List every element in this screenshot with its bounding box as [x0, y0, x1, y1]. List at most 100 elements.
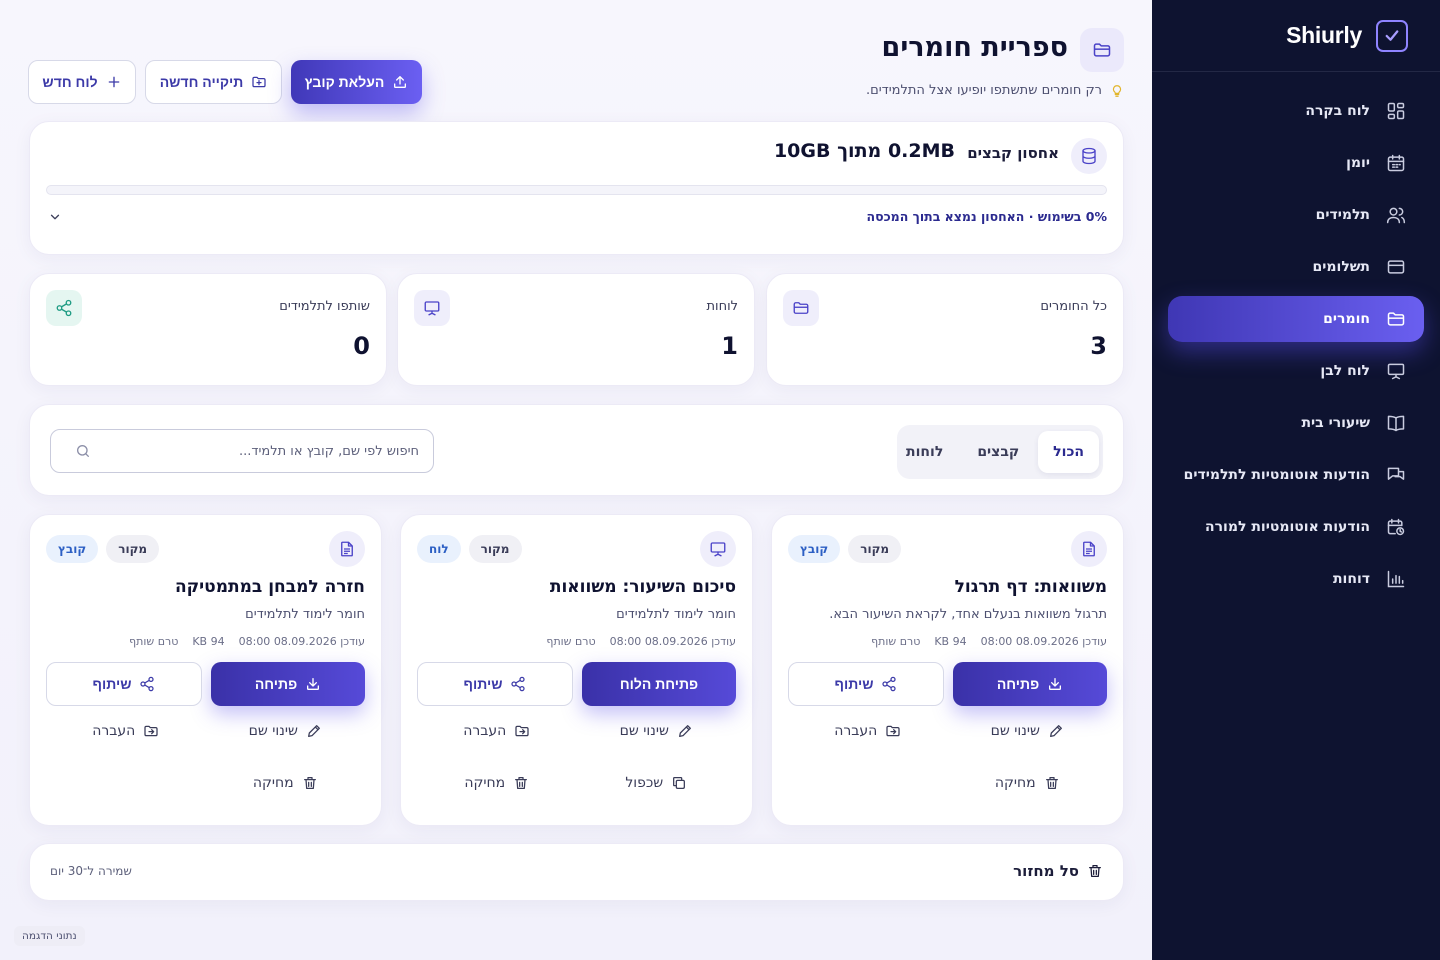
- trash-icon: [1044, 775, 1060, 791]
- open-label: פתיחה: [254, 676, 298, 692]
- folder-icon: [783, 290, 819, 326]
- search-input[interactable]: [99, 443, 419, 459]
- main-content: ספריית חומרים רק חומרים שתשתפו יופיעו אצ…: [0, 0, 1152, 960]
- move-link[interactable]: העברה: [788, 720, 948, 742]
- sidebar-item-whiteboard[interactable]: לוח לבן: [1168, 348, 1424, 394]
- delete-label: מחיקה: [252, 775, 294, 791]
- delete-link[interactable]: מחיקה: [948, 772, 1108, 794]
- open-button[interactable]: פתיחה: [953, 662, 1107, 706]
- plus-icon: [106, 74, 122, 90]
- sidebar-item-payments[interactable]: תשלומים: [1168, 244, 1424, 290]
- material-description: חומר לימוד לתלמידים: [616, 607, 736, 622]
- delete-label: מחיקה: [994, 775, 1036, 791]
- move-link[interactable]: העברה: [417, 720, 577, 742]
- trash-icon: [302, 775, 318, 791]
- sidebar-item-materials[interactable]: חומרים: [1168, 296, 1424, 342]
- storage-value: 0.2MB מתוך 10GB: [773, 140, 955, 162]
- material-actions: פתיחה שיתוף: [46, 662, 365, 706]
- material-actions: פתיחת הלוח שיתוף: [417, 662, 736, 706]
- credit-card-icon: [1386, 257, 1406, 277]
- share-button[interactable]: שיתוף: [788, 662, 944, 706]
- pencil-icon: [677, 723, 693, 739]
- material-meta: עודכן 08.09.2026 08:00 94 KB טרם שותף: [871, 635, 1107, 648]
- sidebar-item-teacher-messages[interactable]: הודעות אוטומטיות למורה: [1168, 504, 1424, 550]
- sidebar-item-dashboard[interactable]: לוח בקרה: [1168, 88, 1424, 134]
- material-title: משוואות: דף תרגול: [954, 577, 1107, 597]
- duplicate-link[interactable]: שכפול: [577, 772, 737, 794]
- stat-all-materials: כל החומרים 3: [766, 273, 1124, 386]
- folder-icon: [1386, 309, 1406, 329]
- subtitle-text: רק חומרים שתשתפו יופיעו אצל התלמידים.: [866, 83, 1102, 98]
- share-label: שיתוף: [463, 676, 503, 692]
- sidebar-item-label: הודעות אוטומטיות למורה: [1205, 519, 1370, 535]
- bar-chart-icon: [1386, 569, 1406, 589]
- sidebar-item-label: חומרים: [1323, 311, 1370, 327]
- folder-plus-icon: [251, 74, 267, 90]
- trash-icon: [513, 775, 529, 791]
- updated-date: עודכן 08.09.2026 08:00: [238, 635, 365, 648]
- move-label: העברה: [463, 723, 507, 739]
- source-badge: מקור: [468, 535, 522, 563]
- recycle-bin-title: סל מחזור: [1013, 862, 1103, 880]
- open-board-button[interactable]: פתיחת הלוח: [582, 662, 736, 706]
- file-size: 94 KB: [934, 635, 967, 648]
- tab-files[interactable]: קבצים: [962, 431, 1034, 473]
- sidebar-item-student-messages[interactable]: הודעות אוטומטיות לתלמידים: [1168, 452, 1424, 498]
- rename-label: שינוי שם: [248, 723, 298, 739]
- file-text-icon: [329, 531, 365, 567]
- tab-all[interactable]: הכול: [1038, 431, 1099, 473]
- storage-progress-bar: [46, 185, 1107, 195]
- sidebar-item-students[interactable]: תלמידים: [1168, 192, 1424, 238]
- recycle-bin[interactable]: סל מחזור שמירה ל־30 יום: [29, 843, 1124, 901]
- chevron-down-icon[interactable]: [48, 210, 62, 224]
- rename-link[interactable]: שינוי שם: [577, 720, 737, 742]
- material-badges: מקור קובץ: [788, 535, 902, 563]
- sidebar-item-label: יומן: [1346, 155, 1370, 171]
- share-button[interactable]: שיתוף: [417, 662, 573, 706]
- updated-date: עודכן 08.09.2026 08:00: [609, 635, 736, 648]
- delete-link[interactable]: מחיקה: [417, 772, 577, 794]
- sidebar-item-reports[interactable]: דוחות: [1168, 556, 1424, 602]
- share-icon: [881, 676, 897, 692]
- type-badge: קובץ: [46, 535, 99, 563]
- pencil-icon: [1048, 723, 1064, 739]
- presentation-icon: [414, 290, 450, 326]
- brand[interactable]: Shiurly: [1152, 0, 1440, 72]
- share-button[interactable]: שיתוף: [46, 662, 202, 706]
- move-link[interactable]: העברה: [46, 720, 206, 742]
- download-icon: [305, 676, 321, 692]
- open-board-label: פתיחת הלוח: [619, 676, 699, 692]
- brand-name: Shiurly: [1286, 22, 1362, 48]
- sidebar-item-label: לוח בקרה: [1305, 103, 1370, 119]
- presentation-icon: [1386, 361, 1406, 381]
- delete-link[interactable]: מחיקה: [206, 772, 366, 794]
- sidebar-item-homework[interactable]: שיעורי בית: [1168, 400, 1424, 446]
- sidebar-item-calendar[interactable]: יומן: [1168, 140, 1424, 186]
- tab-boards[interactable]: לוחות: [891, 431, 958, 473]
- new-board-button[interactable]: לוח חדש: [28, 60, 136, 104]
- open-button[interactable]: פתיחה: [211, 662, 365, 706]
- rename-link[interactable]: שינוי שם: [948, 720, 1108, 742]
- new-folder-button[interactable]: תיקייה חדשה: [145, 60, 282, 104]
- share-label: שיתוף: [834, 676, 874, 692]
- folder-move-icon: [143, 723, 159, 739]
- upload-file-button[interactable]: העלאת קובץ: [291, 60, 422, 104]
- duplicate-label: שכפול: [625, 775, 664, 791]
- rename-link[interactable]: שינוי שם: [206, 720, 366, 742]
- material-links: שינוי שם העברה מחיקה: [46, 720, 365, 794]
- share-icon: [46, 290, 82, 326]
- stat-value: 1: [721, 332, 738, 360]
- upload-label: העלאת קובץ: [304, 74, 385, 90]
- rename-label: שינוי שם: [619, 723, 669, 739]
- search-box: [50, 429, 434, 473]
- stat-boards: לוחות 1: [397, 273, 755, 386]
- material-meta: עודכן 08.09.2026 08:00 טרם שותף: [546, 635, 736, 648]
- sidebar-nav: לוח בקרה יומן תלמידים תשלומים חומרים לוח…: [1152, 72, 1440, 602]
- chat-icon: [1386, 465, 1406, 485]
- calendar-icon: [1386, 153, 1406, 173]
- sidebar-item-label: תשלומים: [1312, 259, 1370, 275]
- sidebar-item-label: שיעורי בית: [1301, 415, 1370, 431]
- rename-label: שינוי שם: [990, 723, 1040, 739]
- share-icon: [139, 676, 155, 692]
- share-state: טרם שותף: [546, 635, 596, 648]
